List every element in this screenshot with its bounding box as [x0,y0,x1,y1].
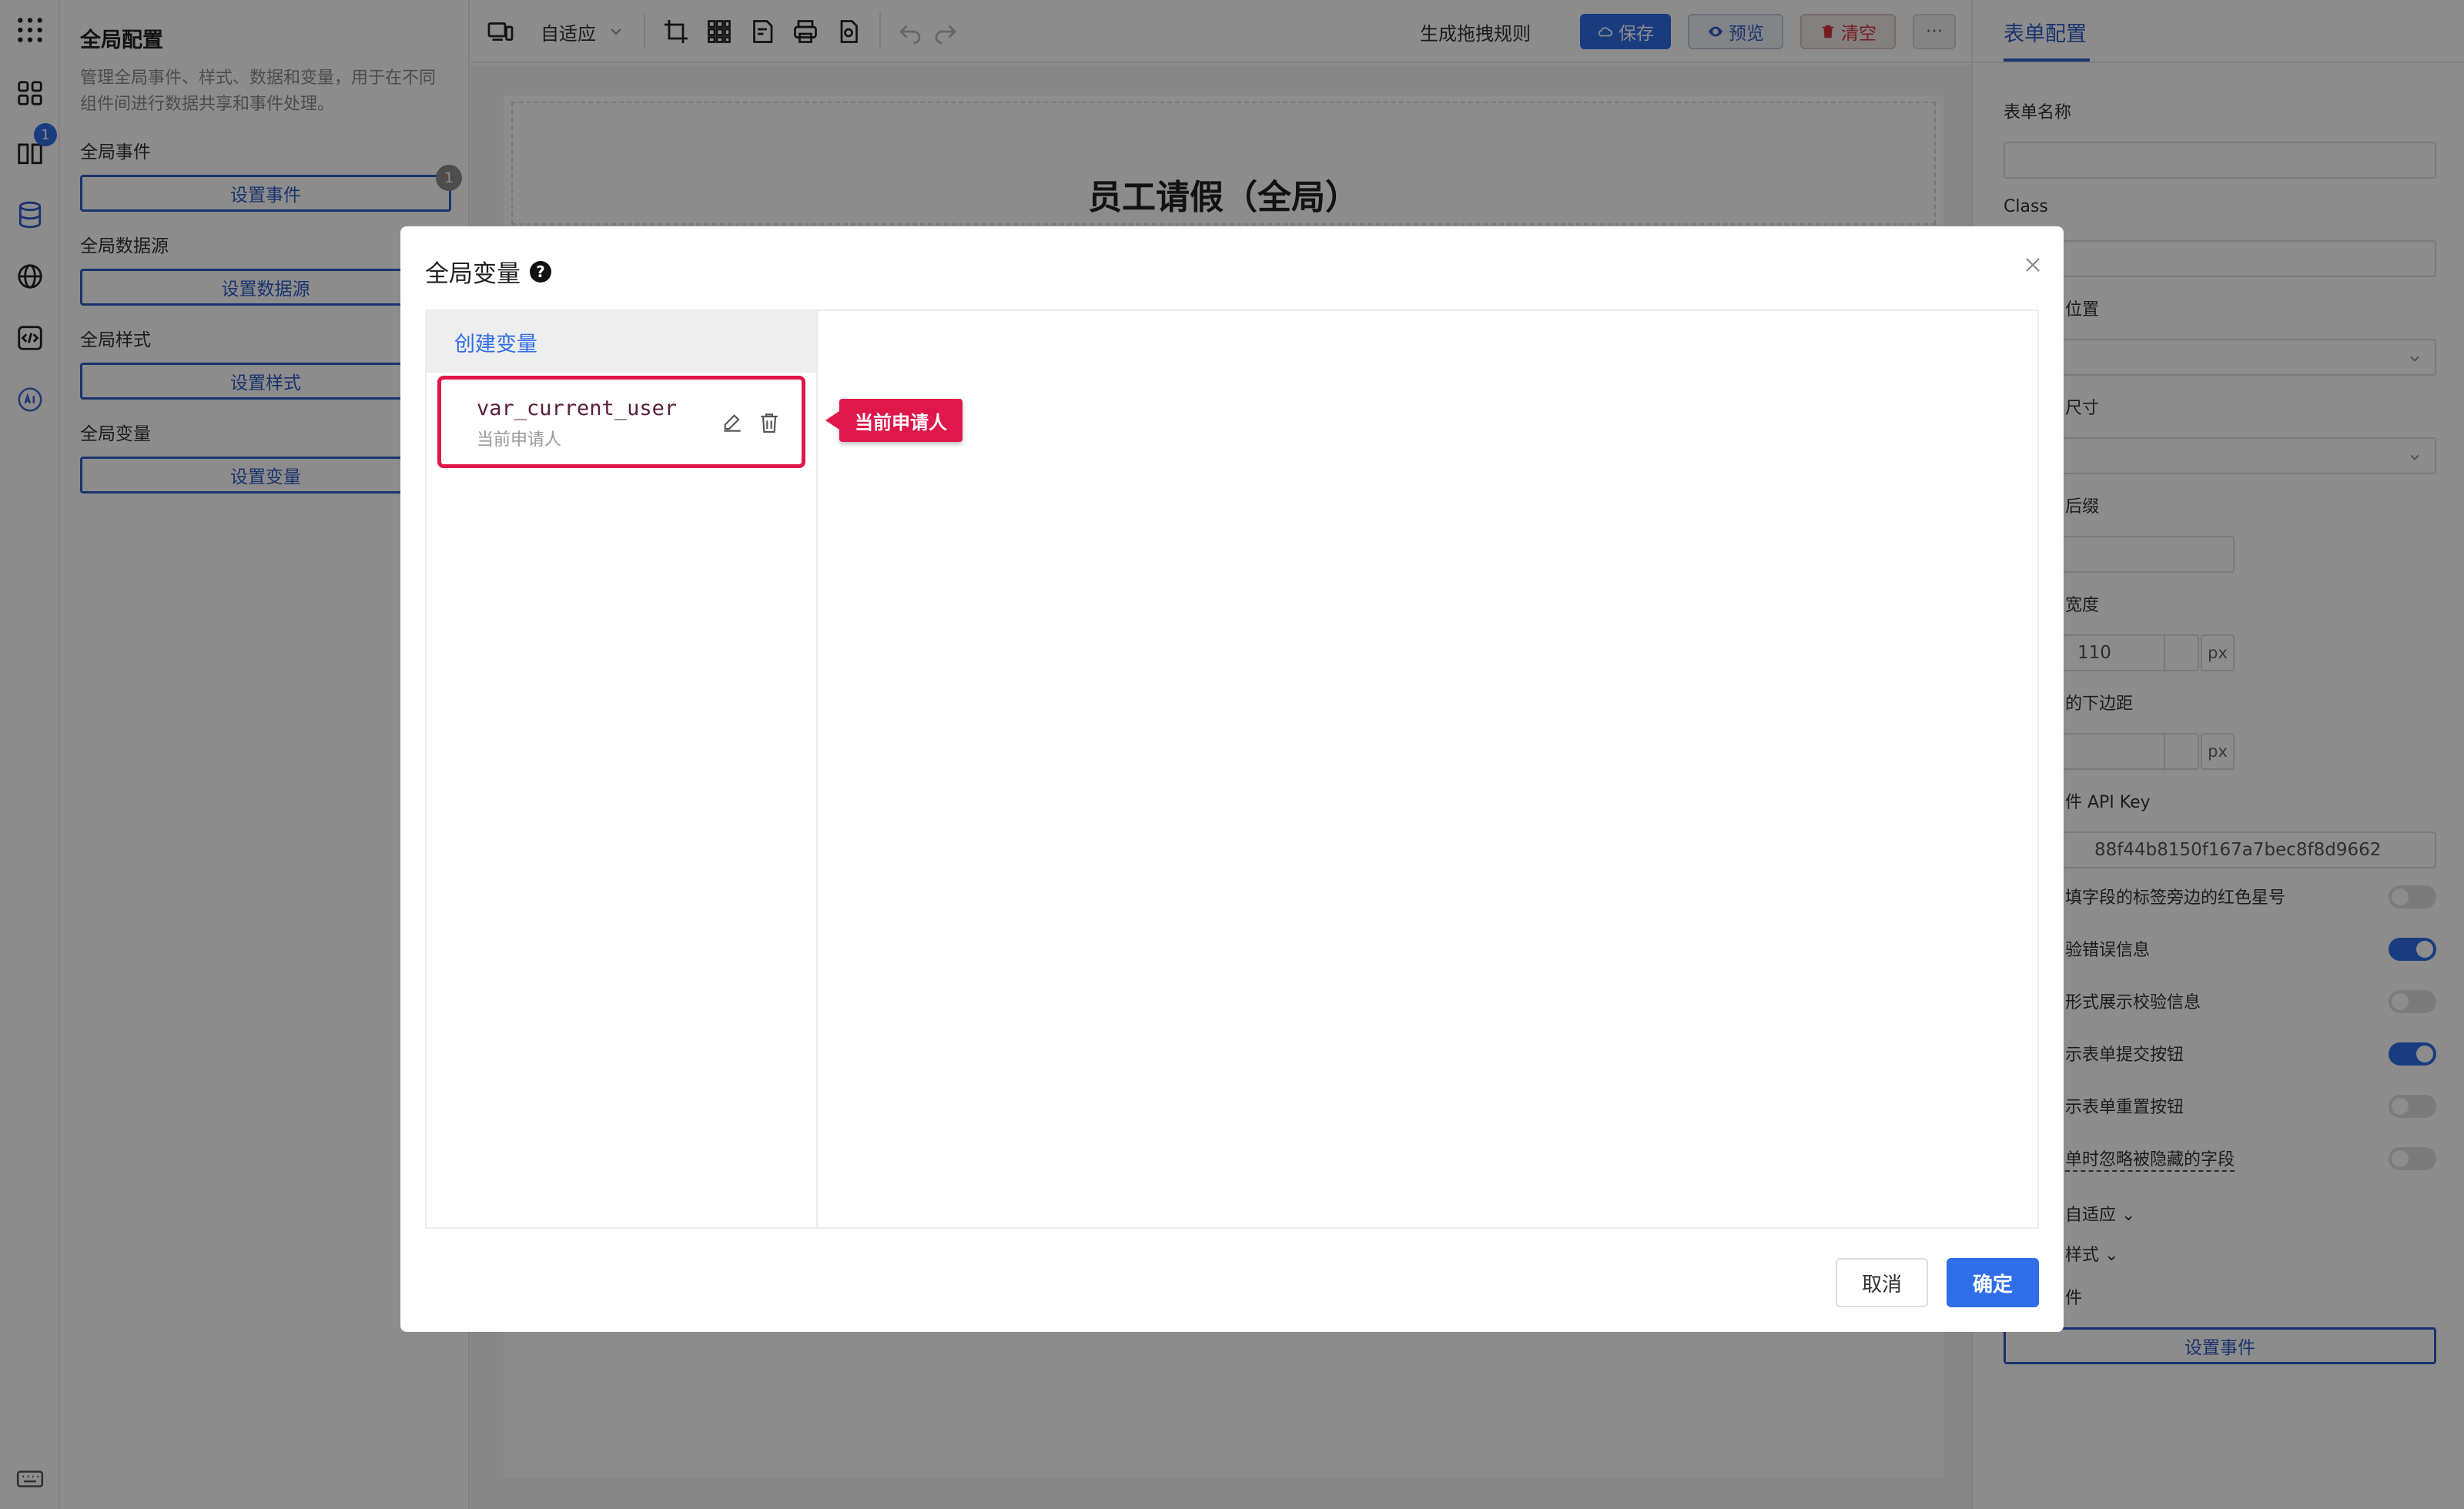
variable-annotation-tag: 当前申请人 [825,399,962,442]
edit-icon[interactable] [720,410,745,435]
dialog-title-text: 全局变量 [425,260,521,288]
form-designer-app: 1 全局配置 管理全局事件、样式、数据和变量，用于在不同组件间进行数据共享和事件… [0,0,2464,1509]
variable-description: 当前申请人 [477,430,562,450]
dialog-body: 创建变量 var_current_user 当前申请人 当前申请人 [425,309,2039,1229]
cancel-button[interactable]: 取消 [1836,1258,1928,1307]
confirm-button[interactable]: 确定 [1947,1258,2039,1307]
dialog-title: 全局变量 ? [425,254,551,289]
variable-list: 创建变量 var_current_user 当前申请人 [427,311,818,1227]
close-icon[interactable] [2017,249,2048,280]
delete-icon[interactable] [757,410,782,435]
global-variables-dialog: 全局变量 ? 创建变量 var_current_user 当前申请人 当前申请人… [400,226,2064,1332]
help-icon[interactable]: ? [530,260,551,283]
variable-list-item[interactable]: var_current_user 当前申请人 [437,376,805,468]
create-variable-button[interactable]: 创建变量 [427,311,816,373]
variable-name: var_current_user [477,396,678,420]
